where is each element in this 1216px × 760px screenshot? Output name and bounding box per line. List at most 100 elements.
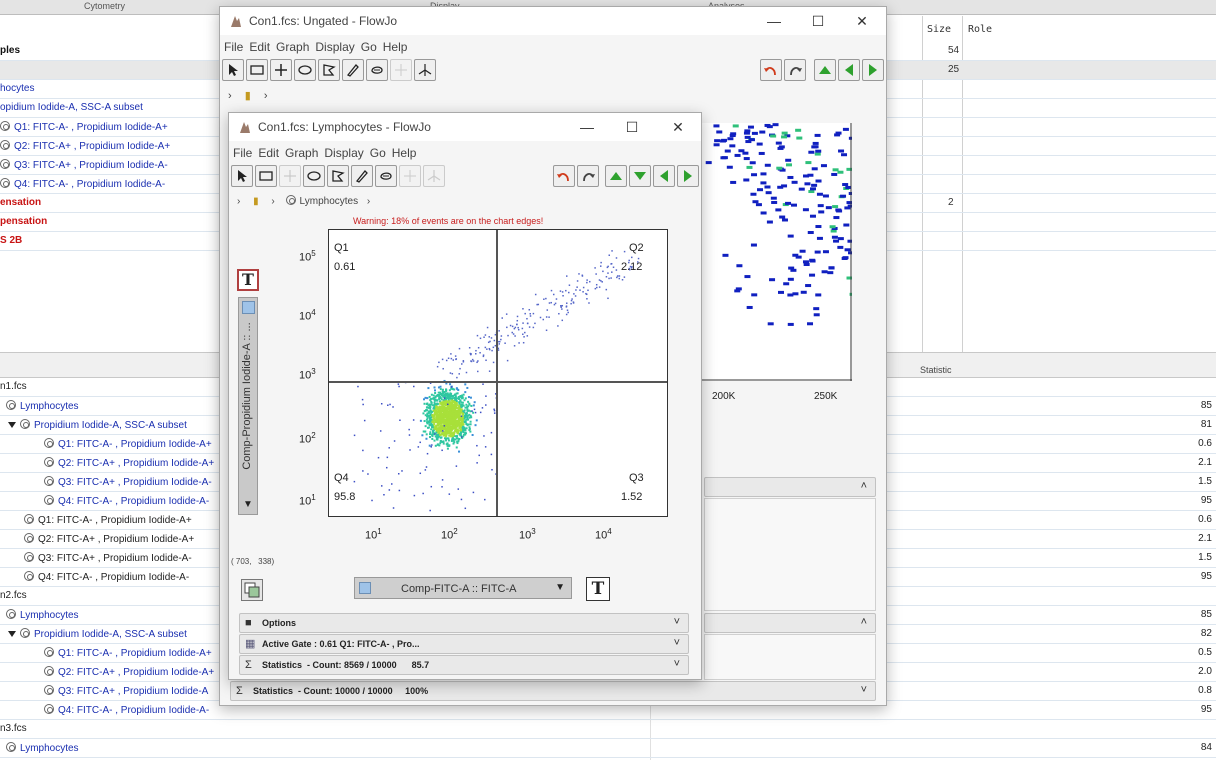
menu-edit[interactable]: Edit bbox=[249, 40, 270, 54]
active-gate-panel[interactable]: ▦ Active Gate : 0.61 Q1: FITC-A- , Pro..… bbox=[239, 634, 689, 654]
multi-gate-button[interactable] bbox=[423, 165, 445, 187]
undo-button[interactable] bbox=[760, 59, 782, 81]
tree-row-label: Propidium Iodide-A, SSC-A subset bbox=[8, 628, 187, 640]
chevron-right-icon[interactable]: › bbox=[271, 196, 274, 207]
tree-row[interactable]: n3.fcs bbox=[0, 720, 1216, 739]
menu-graph[interactable]: Graph bbox=[285, 146, 318, 160]
lymphocytes-window-titlebar[interactable]: Con1.fcs: Lymphocytes - FlowJo — ☐ ✕ bbox=[229, 113, 701, 141]
y-tick-label: 105 bbox=[299, 249, 316, 264]
up-arrow-button[interactable] bbox=[605, 165, 627, 187]
left-arrow-button[interactable] bbox=[653, 165, 675, 187]
menu-go[interactable]: Go bbox=[370, 146, 386, 160]
close-button[interactable]: ✕ bbox=[852, 11, 872, 31]
tick-base: 10 bbox=[595, 529, 608, 542]
gate-icon bbox=[44, 666, 54, 676]
split-gate-button[interactable] bbox=[399, 165, 421, 187]
menu-file[interactable]: File bbox=[224, 40, 243, 54]
layout-editor-button[interactable] bbox=[241, 579, 263, 601]
tree-row-text: S 2B bbox=[0, 235, 23, 246]
quadrant-gate-button[interactable] bbox=[270, 59, 292, 81]
options-panel[interactable]: ■ Options ˅ bbox=[239, 613, 689, 633]
x-axis-transform-button[interactable]: T bbox=[586, 577, 610, 601]
column-header-size[interactable]: Size bbox=[927, 24, 951, 35]
left-arrow-button[interactable] bbox=[838, 59, 860, 81]
quadrant-gate-button[interactable] bbox=[279, 165, 301, 187]
back-panel-collapsed[interactable]: ˄ bbox=[704, 477, 876, 497]
spider-gate-button[interactable] bbox=[375, 165, 397, 187]
tree-row-text: Q4: FITC-A- , Propidium Iodide-A- bbox=[58, 496, 210, 507]
tick-base: 10 bbox=[299, 310, 312, 323]
sigma-icon: Σ bbox=[245, 659, 252, 671]
x-tick-label: 250K bbox=[814, 391, 838, 402]
gate-icon bbox=[44, 704, 54, 714]
minimize-button[interactable]: — bbox=[764, 11, 784, 31]
ungated-window-titlebar[interactable]: Con1.fcs: Ungated - FlowJo — ☐ ✕ bbox=[220, 7, 886, 35]
statistics-label: Statistics bbox=[262, 660, 303, 670]
menu-help[interactable]: Help bbox=[383, 40, 408, 54]
y-tick-label: 103 bbox=[299, 367, 316, 382]
statistics-bar-back[interactable]: Σ Statistics - Count: 10000 / 10000 100%… bbox=[230, 681, 876, 701]
tree-row-label: ples bbox=[0, 45, 20, 56]
chevron-right-icon[interactable]: › bbox=[367, 196, 370, 207]
x-tick-label: 104 bbox=[595, 527, 612, 542]
maximize-button[interactable]: ☐ bbox=[622, 117, 642, 137]
menu-display[interactable]: Display bbox=[315, 40, 354, 54]
ellipse-gate-button[interactable] bbox=[303, 165, 325, 187]
polygon-gate-button[interactable] bbox=[318, 59, 340, 81]
expand-triangle-icon[interactable] bbox=[8, 422, 16, 428]
pointer-tool-button[interactable] bbox=[222, 59, 244, 81]
split-gate-button[interactable] bbox=[390, 59, 412, 81]
rectangle-gate-button[interactable] bbox=[246, 59, 268, 81]
statistics-count: Count: 10000 / 10000 bbox=[303, 686, 393, 696]
down-arrow-button[interactable] bbox=[629, 165, 651, 187]
redo-button[interactable] bbox=[784, 59, 806, 81]
menu-file[interactable]: File bbox=[233, 146, 252, 160]
statistics-panel[interactable]: Σ Statistics - Count: 8569 / 10000 85.7 … bbox=[239, 655, 689, 675]
x-axis-parameter-selector[interactable]: Comp-FITC-A :: FITC-A ▼ bbox=[354, 577, 572, 599]
rectangle-gate-button[interactable] bbox=[255, 165, 277, 187]
y-axis-transform-button[interactable]: T bbox=[237, 269, 259, 291]
chevron-right-icon: › bbox=[228, 90, 232, 102]
ungated-dot-plot[interactable] bbox=[702, 123, 852, 381]
redo-button[interactable] bbox=[577, 165, 599, 187]
menu-go[interactable]: Go bbox=[361, 40, 377, 54]
menu-edit[interactable]: Edit bbox=[258, 146, 279, 160]
freehand-gate-button[interactable] bbox=[351, 165, 373, 187]
gate-icon bbox=[6, 400, 16, 410]
breadcrumb-lymphocytes[interactable]: Lymphocytes bbox=[300, 196, 359, 207]
gate-icon bbox=[24, 533, 34, 543]
undo-button[interactable] bbox=[553, 165, 575, 187]
menu-display[interactable]: Display bbox=[324, 146, 363, 160]
tree-row-text: Q2: FITC-A+ , Propidium Iodide-A+ bbox=[14, 141, 171, 152]
pointer-tool-button[interactable] bbox=[231, 165, 253, 187]
chevron-right-icon[interactable]: › bbox=[237, 196, 240, 207]
freehand-gate-button[interactable] bbox=[342, 59, 364, 81]
gate-icon bbox=[24, 552, 34, 562]
right-arrow-button[interactable] bbox=[862, 59, 884, 81]
gate-list-icon: ▦ bbox=[245, 638, 256, 650]
statistic-value: 84 bbox=[1200, 742, 1212, 753]
tick-exponent: 4 bbox=[311, 308, 316, 317]
menu-graph[interactable]: Graph bbox=[276, 40, 309, 54]
tree-row-label: Q1: FITC-A- , Propidium Iodide-A+ bbox=[44, 438, 212, 450]
maximize-button[interactable]: ☐ bbox=[808, 11, 828, 31]
expand-triangle-icon[interactable] bbox=[8, 631, 16, 637]
spider-gate-button[interactable] bbox=[366, 59, 388, 81]
dot-plot-canvas[interactable] bbox=[329, 230, 668, 517]
close-button[interactable]: ✕ bbox=[668, 117, 688, 137]
menu-help[interactable]: Help bbox=[392, 146, 417, 160]
tree-row[interactable]: Lymphocytes 84 bbox=[0, 739, 1216, 758]
ellipse-gate-button[interactable] bbox=[294, 59, 316, 81]
y-axis-parameter-selector[interactable]: Comp-Propidium Iodide-A :: ... ▼ bbox=[238, 297, 258, 515]
minimize-button[interactable]: — bbox=[577, 117, 597, 137]
multi-gate-button[interactable] bbox=[414, 59, 436, 81]
gate-icon bbox=[20, 628, 30, 638]
up-arrow-button[interactable] bbox=[814, 59, 836, 81]
tick-exponent: 1 bbox=[311, 493, 316, 502]
column-header-role[interactable]: Role bbox=[968, 24, 992, 35]
back-panel-collapsed[interactable]: ˄ bbox=[704, 613, 876, 633]
polygon-gate-button[interactable] bbox=[327, 165, 349, 187]
right-arrow-button[interactable] bbox=[677, 165, 699, 187]
quadrant-dot-plot[interactable]: Q1 0.61 Q2 2.12 Q3 1.52 Q4 95.8 bbox=[328, 229, 668, 517]
gate-icon bbox=[285, 195, 296, 205]
